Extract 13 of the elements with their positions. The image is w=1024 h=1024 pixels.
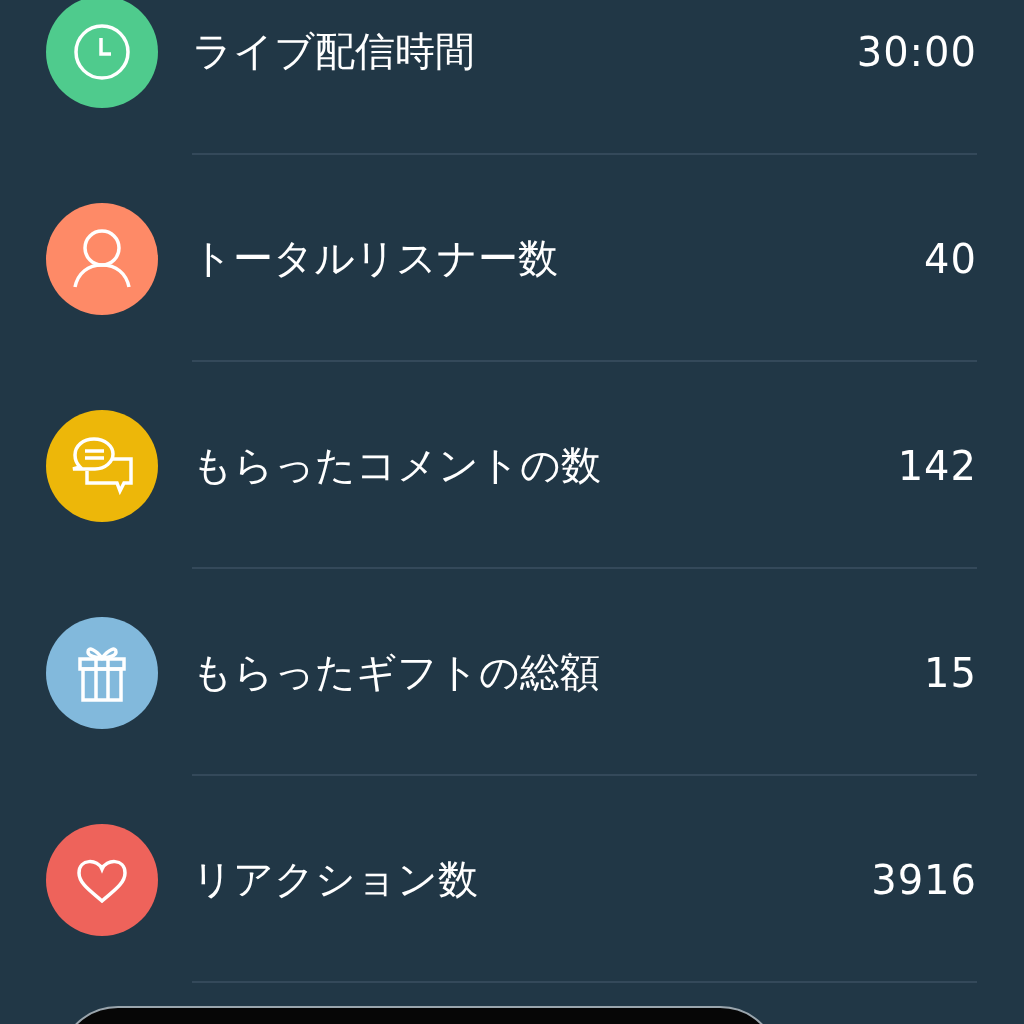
stat-value: 40 xyxy=(924,235,977,282)
person-icon xyxy=(73,228,131,289)
stat-label: もらったギフトの総額 xyxy=(192,648,600,697)
stat-label: トータルリスナー数 xyxy=(192,234,558,283)
stat-value: 142 xyxy=(897,442,977,489)
clock-icon xyxy=(73,22,131,81)
stat-label: ライブ配信時間 xyxy=(192,27,475,76)
stat-value: 3916 xyxy=(871,856,977,903)
chat-bubbles-icon xyxy=(70,434,134,497)
stat-value: 15 xyxy=(924,649,977,696)
stat-label: もらったコメントの数 xyxy=(192,441,601,490)
stat-label: リアクション数 xyxy=(192,855,478,904)
stat-value: 30:00 xyxy=(856,28,977,75)
